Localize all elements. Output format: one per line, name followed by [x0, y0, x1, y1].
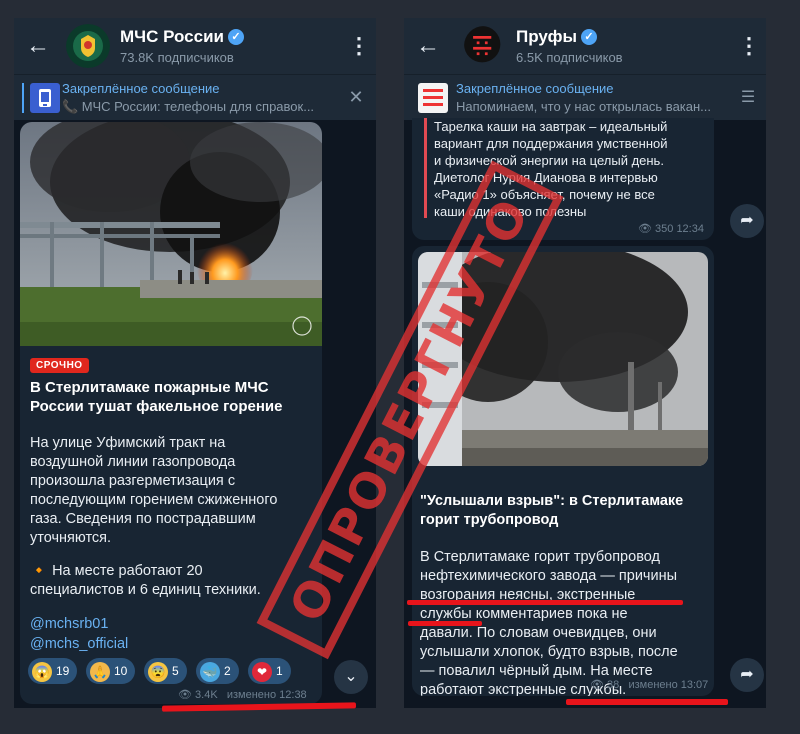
red-underline-no-comments: [408, 621, 482, 626]
pinned-preview: 📞 МЧС России: телефоны для справок...: [62, 99, 315, 114]
fearful-emoji-icon: 😨: [148, 661, 168, 682]
pray-emoji-icon: 🙏: [90, 661, 110, 682]
post-body: На улице Уфимский тракт на воздушной лин…: [30, 435, 278, 546]
channel-avatar[interactable]: [66, 24, 110, 68]
back-arrow-icon[interactable]: ←: [24, 32, 52, 60]
channel-title: МЧС России ✓: [120, 27, 244, 47]
channel-header: ← Пруфы ✓ 6.5K подписчиков ⋮: [404, 18, 766, 74]
urgent-badge: СРОЧНО: [30, 358, 89, 373]
post-meta: 👁︎ 3.4K изменено 12:38: [178, 689, 307, 701]
channel-header: ← МЧС России ✓ 73.8K подписчиков ⋮: [14, 18, 376, 74]
kebab-menu-icon[interactable]: ⋮: [348, 32, 370, 60]
post-headline: В Стерлитамаке пожарные МЧС России тушат…: [30, 379, 283, 415]
pinned-title: Закреплённое сообщение: [456, 81, 614, 96]
share-arrow-icon: ➦: [740, 212, 754, 229]
post-headline: "Услышали взрыв": в Стерлитамаке горит т…: [420, 493, 684, 528]
previous-post: Тарелка каши на завтрак – идеальный вари…: [412, 118, 714, 240]
reaction-heart[interactable]: ❤ 1: [248, 658, 291, 684]
pinned-indicator: [22, 83, 24, 113]
share-button[interactable]: ➦: [730, 204, 764, 238]
pinned-message-bar[interactable]: Закреплённое сообщение Напоминаем, что у…: [404, 74, 766, 120]
eye-icon: 👁︎: [590, 679, 608, 691]
scream-emoji-icon: 😱: [32, 661, 52, 682]
channel-link-mchsrb01[interactable]: @mchsrb01: [30, 616, 108, 632]
pin-list-icon[interactable]: ☰: [738, 87, 758, 107]
reaction-pray[interactable]: 🙏 10: [86, 658, 136, 684]
subscriber-count: 6.5K подписчиков: [516, 50, 623, 65]
share-arrow-icon: ➦: [740, 666, 754, 683]
red-underline-right-meta: [566, 699, 728, 705]
pinned-message-bar[interactable]: Закреплённое сообщение 📞 МЧС России: тел…: [14, 74, 376, 120]
kebab-menu-icon[interactable]: ⋮: [738, 32, 760, 60]
chevron-down-icon: ⌄: [344, 668, 358, 685]
reaction-whale[interactable]: 🐳 2: [196, 658, 239, 684]
channel-link-mchs-official[interactable]: @mchs_official: [30, 636, 128, 652]
pinned-title: Закреплённое сообщение: [62, 81, 220, 96]
pinned-thumbnail: [30, 83, 60, 113]
red-underline-services: [407, 600, 683, 605]
subscriber-count: 73.8K подписчиков: [120, 50, 234, 65]
post-meta: 👁︎ 38 изменено 13:07: [590, 679, 709, 691]
eye-icon: 👁︎: [178, 689, 196, 701]
whale-emoji-icon: 🐳: [200, 661, 220, 682]
share-button[interactable]: ➦: [730, 658, 764, 692]
eye-icon: 👁︎: [638, 223, 656, 235]
quote-bar: [424, 118, 427, 218]
channel-avatar[interactable]: [464, 26, 504, 66]
reaction-scream[interactable]: 😱 19: [28, 658, 78, 684]
verified-check-icon: ✓: [228, 29, 244, 45]
heart-emoji-icon: ❤: [252, 661, 272, 682]
back-arrow-icon[interactable]: ←: [414, 32, 442, 60]
pinned-preview: Напоминаем, что у нас открылась вакан...: [456, 99, 712, 114]
channel-title: Пруфы ✓: [516, 27, 598, 47]
previous-post-meta: 👁︎ 350 12:34: [638, 223, 704, 235]
close-icon[interactable]: ✕: [346, 87, 366, 108]
verified-check-icon: ✓: [581, 29, 598, 45]
fire-photo[interactable]: [20, 122, 322, 346]
scroll-down-button[interactable]: ⌄: [334, 660, 368, 694]
reaction-fearful[interactable]: 😨 5: [144, 658, 187, 684]
pinned-thumbnail: [418, 83, 448, 113]
